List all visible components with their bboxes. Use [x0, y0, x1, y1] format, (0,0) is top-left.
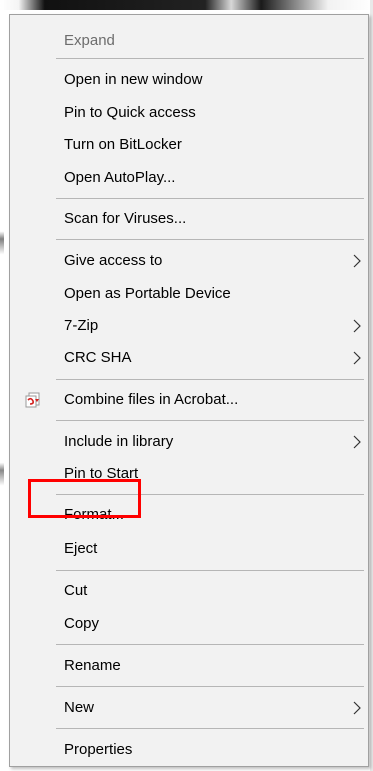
- menu-separator: [56, 644, 364, 645]
- menu-item-expand: Expand: [10, 26, 368, 56]
- context-menu: Expand Open in new window Pin to Quick a…: [9, 14, 369, 767]
- menu-item-open-as-portable-device[interactable]: Open as Portable Device: [10, 279, 368, 309]
- submenu-chevron-icon: [353, 319, 361, 333]
- window-edge-left: [0, 0, 4, 771]
- menu-separator: [56, 379, 364, 380]
- menu-item-label: Eject: [64, 540, 98, 557]
- menu-item-pin-to-quick-access[interactable]: Pin to Quick access: [10, 98, 368, 128]
- menu-item-copy[interactable]: Copy: [10, 609, 368, 639]
- menu-item-include-in-library[interactable]: Include in library: [10, 427, 368, 457]
- menu-item-crc-sha[interactable]: CRC SHA: [10, 343, 368, 373]
- menu-item-label: Cut: [64, 582, 88, 599]
- menu-separator: [56, 728, 364, 729]
- acrobat-combine-icon: [25, 392, 40, 408]
- menu-item-cut[interactable]: Cut: [10, 576, 368, 606]
- menu-item-turn-on-bitlocker[interactable]: Turn on BitLocker: [10, 130, 368, 160]
- menu-separator: [56, 570, 364, 571]
- menu-item-properties[interactable]: Properties: [10, 735, 368, 765]
- menu-item-label: Properties: [64, 741, 133, 758]
- submenu-chevron-icon: [353, 435, 361, 449]
- menu-item-scan-for-viruses[interactable]: Scan for Viruses...: [10, 204, 368, 234]
- menu-item-rename[interactable]: Rename: [10, 651, 368, 681]
- menu-item-label: 7-Zip: [64, 317, 99, 334]
- format-highlight-annotation: [28, 479, 141, 518]
- menu-separator: [56, 239, 364, 240]
- menu-separator: [56, 58, 364, 59]
- menu-item-eject[interactable]: Eject: [10, 534, 368, 564]
- submenu-chevron-icon: [353, 254, 361, 268]
- menu-item-label: Open AutoPlay...: [64, 169, 176, 186]
- menu-separator: [56, 198, 364, 199]
- menu-item-label: Include in library: [64, 433, 174, 450]
- menu-item-label: Give access to: [64, 252, 163, 269]
- menu-item-new[interactable]: New: [10, 693, 368, 723]
- menu-item-open-in-new-window[interactable]: Open in new window: [10, 65, 368, 95]
- menu-item-combine-files-in-acrobat[interactable]: Combine files in Acrobat...: [10, 385, 368, 415]
- menu-item-label: Open in new window: [64, 71, 203, 88]
- menu-item-label: Rename: [64, 657, 121, 674]
- submenu-chevron-icon: [353, 351, 361, 365]
- menu-item-label: Copy: [64, 615, 100, 632]
- menu-item-open-autoplay[interactable]: Open AutoPlay...: [10, 163, 368, 193]
- menu-separator: [56, 420, 364, 421]
- window-behind-menu: [0, 0, 373, 10]
- menu-item-label: CRC SHA: [64, 349, 132, 366]
- submenu-chevron-icon: [353, 701, 361, 715]
- menu-separator: [56, 686, 364, 687]
- menu-item-label: Turn on BitLocker: [64, 136, 182, 153]
- menu-item-label: New: [64, 699, 95, 716]
- menu-item-label: Combine files in Acrobat...: [64, 391, 239, 408]
- menu-item-label: Scan for Viruses...: [64, 210, 187, 227]
- menu-item-label: Expand: [64, 32, 115, 49]
- menu-item-label: Pin to Quick access: [64, 104, 196, 121]
- menu-item-7-zip[interactable]: 7-Zip: [10, 311, 368, 341]
- menu-item-label: Open as Portable Device: [64, 285, 231, 302]
- menu-item-give-access-to[interactable]: Give access to: [10, 246, 368, 276]
